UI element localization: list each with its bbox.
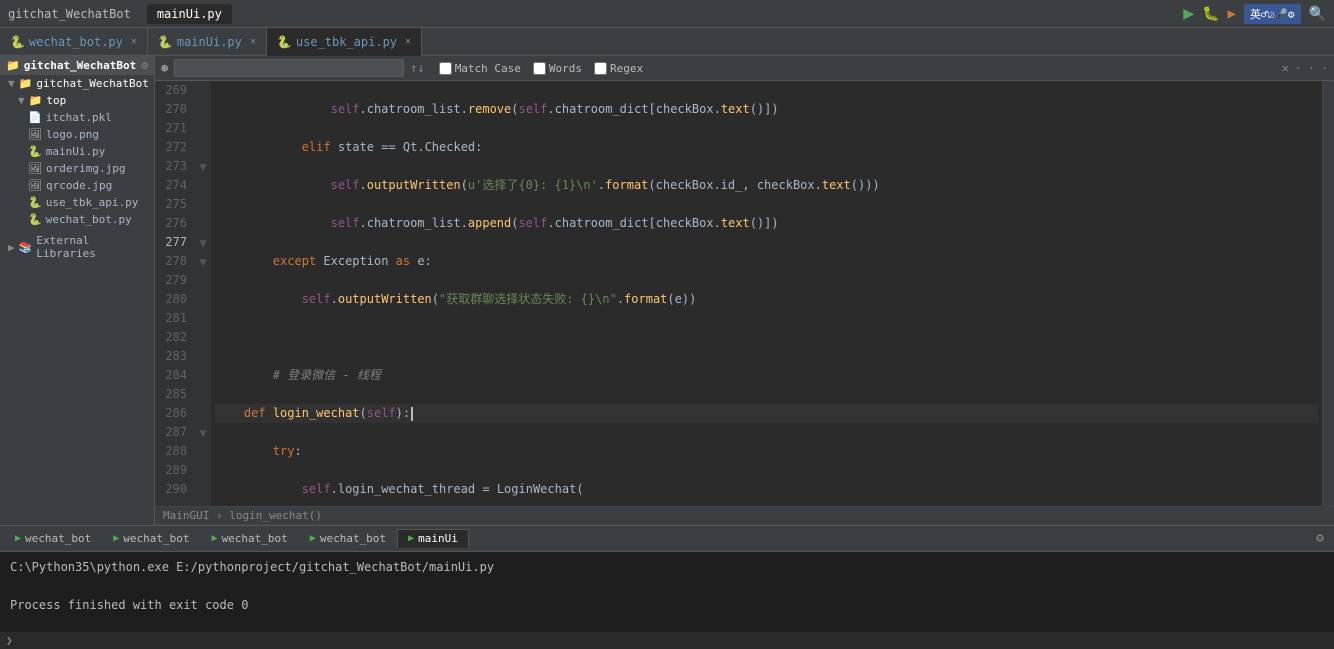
more-options: · · ·	[1295, 62, 1328, 75]
main-area: 📁 gitchat_WechatBot ⚙ ▼ 📁 gitchat_Wechat…	[0, 56, 1334, 525]
run-button[interactable]: ▶	[1183, 3, 1194, 24]
terminal-content: C:\Python35\python.exe E:/pythonproject/…	[0, 552, 1334, 632]
scrollbar-right[interactable]	[1322, 81, 1334, 506]
run-config-icon[interactable]: ▶	[1228, 6, 1236, 22]
title-bar: gitchat_WechatBot mainUi.py ▶ 🐛 ▶ 英♂☑🎤⚙ …	[0, 0, 1334, 28]
editor-body: 269270271272273 274275276277278 27928028…	[155, 81, 1334, 506]
editor-tabs: 🐍 wechat_bot.py ✕ 🐍 mainUi.py ✕ 🐍 use_tb…	[0, 28, 1334, 56]
project-icon: 📁	[6, 59, 20, 72]
close-tab-wechat-bot[interactable]: ✕	[131, 36, 137, 47]
breadcrumb-text: MainGUI › login_wechat()	[163, 509, 322, 522]
sidebar-item-mainui-file[interactable]: 🐍 mainUi.py	[0, 143, 154, 160]
sidebar-item-orderimg[interactable]: 🖼 orderimg.jpg	[0, 160, 154, 177]
folder-icon-ext: 📚	[19, 241, 33, 254]
sidebar-item-gitchat[interactable]: ▼ 📁 gitchat_WechatBot	[0, 75, 154, 92]
file-icon-mainui: 🐍	[28, 145, 42, 158]
sidebar-header: 📁 gitchat_WechatBot ⚙	[0, 56, 154, 75]
file-icon-qrcode: 🖼	[28, 179, 42, 192]
sidebar-item-qrcode[interactable]: 🖼 qrcode.jpg	[0, 177, 154, 194]
sidebar-item-itchat[interactable]: 📄 itchat.pkl	[0, 109, 154, 126]
sidebar-settings-icon[interactable]: ⚙	[141, 59, 148, 72]
terminal-line-1: C:\Python35\python.exe E:/pythonproject/…	[10, 558, 1324, 577]
sidebar-project-title: gitchat_WechatBot	[24, 59, 137, 72]
folder-icon: 📁	[19, 77, 33, 90]
debug-icon[interactable]: 🐛	[1202, 6, 1219, 22]
search-arrows[interactable]: ↑↓	[410, 61, 424, 75]
app-title: gitchat_WechatBot	[8, 7, 131, 21]
words-checkbox[interactable]	[533, 62, 546, 75]
search-close-icon[interactable]: ✕	[1282, 61, 1289, 75]
terminal-tab-wechat-bot-4[interactable]: ▶ wechat_bot	[299, 529, 397, 548]
expand-icon-ext: ▶	[8, 241, 15, 254]
code-content[interactable]: self.chatroom_list.remove(self.chatroom_…	[211, 81, 1322, 506]
code-editor: ⊛ ↑↓ Match Case Words Regex ✕ · · ·	[155, 56, 1334, 525]
file-icon-orderimg: 🖼	[28, 162, 42, 175]
words-option[interactable]: Words	[533, 62, 582, 75]
terminal-settings-icon[interactable]: ⚙	[1310, 531, 1330, 546]
terminal-tab-mainui[interactable]: ▶ mainUi	[397, 529, 469, 548]
gutter: ▼ ▼ ▼ ▼	[195, 81, 211, 506]
tab-mainui[interactable]: 🐍 mainUi.py ✕	[148, 28, 267, 56]
folder-icon-top: 📁	[29, 94, 43, 107]
breadcrumb: MainGUI › login_wechat()	[155, 506, 1334, 525]
file-icon-use-tbk: 🐍	[28, 196, 42, 209]
sidebar-item-external-libs[interactable]: ▶ 📚 External Libraries	[0, 232, 154, 262]
file-icon-logo: 🖼	[28, 128, 42, 141]
terminal: ▶ wechat_bot ▶ wechat_bot ▶ wechat_bot ▶…	[0, 525, 1334, 649]
sidebar-item-wechat-bot-file[interactable]: 🐍 wechat_bot.py	[0, 211, 154, 228]
filter-icon: ⊛	[161, 61, 168, 75]
search-input[interactable]	[174, 59, 404, 77]
active-tab-label: mainUi.py	[147, 4, 232, 24]
close-tab-use-tbk-api[interactable]: ✕	[405, 36, 411, 47]
terminal-tab-wechat-bot-2[interactable]: ▶ wechat_bot	[102, 529, 200, 548]
sidebar: 📁 gitchat_WechatBot ⚙ ▼ 📁 gitchat_Wechat…	[0, 56, 155, 525]
terminal-tabs: ▶ wechat_bot ▶ wechat_bot ▶ wechat_bot ▶…	[0, 526, 1334, 552]
ime-tool[interactable]: 英♂☑🎤⚙	[1244, 4, 1301, 24]
terminal-line-2	[10, 577, 1324, 596]
search-icon[interactable]: 🔍	[1309, 6, 1326, 22]
terminal-prompt-icon: ❯	[6, 634, 13, 647]
tab-wechat-bot[interactable]: 🐍 wechat_bot.py ✕	[0, 28, 148, 56]
terminal-toolbar-right: ⚙	[1310, 531, 1330, 546]
sidebar-item-use-tbk[interactable]: 🐍 use_tbk_api.py	[0, 194, 154, 211]
sidebar-item-top[interactable]: ▼ 📁 top	[0, 92, 154, 109]
match-case-option[interactable]: Match Case	[439, 62, 521, 75]
terminal-tab-wechat-bot-3[interactable]: ▶ wechat_bot	[201, 529, 299, 548]
file-icon-itchat: 📄	[28, 111, 42, 124]
terminal-line-3: Process finished with exit code 0	[10, 596, 1324, 615]
expand-icon: ▼	[8, 77, 15, 90]
terminal-bottom-bar: ❯	[0, 632, 1334, 649]
regex-checkbox[interactable]	[594, 62, 607, 75]
close-tab-mainui[interactable]: ✕	[250, 36, 256, 47]
regex-option[interactable]: Regex	[594, 62, 643, 75]
sidebar-item-logo[interactable]: 🖼 logo.png	[0, 126, 154, 143]
match-case-checkbox[interactable]	[439, 62, 452, 75]
tab-use-tbk-api[interactable]: 🐍 use_tbk_api.py ✕	[267, 28, 422, 56]
expand-icon-top: ▼	[18, 94, 25, 107]
terminal-tab-wechat-bot-1[interactable]: ▶ wechat_bot	[4, 529, 102, 548]
file-icon-wechat-bot: 🐍	[28, 213, 42, 226]
search-bar: ⊛ ↑↓ Match Case Words Regex ✕ · · ·	[155, 56, 1334, 81]
line-numbers: 269270271272273 274275276277278 27928028…	[155, 81, 195, 506]
